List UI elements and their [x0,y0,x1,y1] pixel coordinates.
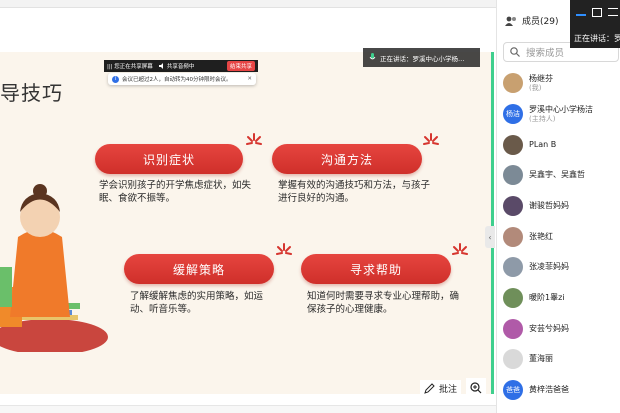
card-title-relieve: 缓解策略 [124,254,274,284]
sharing-status: ||| 您正在共享屏幕 [107,64,153,70]
zoom-button[interactable] [466,378,486,398]
microphone-icon [369,53,376,60]
member-item[interactable]: 杨继芬 (我) [503,70,619,96]
member-item[interactable]: 爸爸 黄梓浩爸爸 [503,377,619,403]
member-item[interactable]: 张凌菲妈妈 [503,254,619,280]
avatar [503,257,523,277]
floating-speaker-window[interactable]: 正在讲话：罗 [570,0,620,48]
member-item[interactable]: 吴鑫宇、吴鑫哲 [503,162,619,188]
audio-share-toggle[interactable]: 共享音频中 [158,62,194,70]
member-count: 成员(29) [522,17,559,27]
member-item[interactable]: 暖阶1睾zi [503,285,619,311]
sparkle-icon [276,243,292,255]
meeting-notice: i 会议已超过2人，自动转为40分钟限时会议。 ✕ [108,73,256,85]
member-item[interactable]: 谢骏哲妈妈 [503,193,619,219]
bottom-bar [0,405,496,413]
avatar: 杨洁 [503,104,523,124]
member-panel: 成员(29) 搜索成员 杨继芬 (我) 杨洁 罗溪中心小学杨洁 (主持人) PLan… [496,0,620,413]
avatar [503,135,523,155]
card-desc-help: 知道何时需要寻求专业心理帮助，确保孩子的心理健康。 [307,291,460,315]
card-title-communicate: 沟通方法 [272,144,422,174]
avatar [503,196,523,216]
info-icon: i [112,75,119,83]
minimize-icon[interactable] [576,10,586,16]
search-icon [510,47,520,57]
member-item[interactable]: 杨洁 罗溪中心小学杨洁 (主持人) [503,101,619,127]
member-panel-header: 成员(29) [505,14,558,27]
menu-icon[interactable] [608,8,618,16]
shared-slide: 导技巧 识别症状 学会识别孩子的开学焦虑症状，如失眠、食欲不振等。 沟通方法 掌… [0,52,494,394]
card-title-identify: 识别症状 [95,144,243,174]
avatar [503,288,523,308]
avatar [503,73,523,93]
notice-text: 会议已超过2人，自动转为40分钟限时会议。 [122,77,232,83]
member-item[interactable]: 董海丽 [503,346,619,372]
end-share-button[interactable]: 结束共享 [226,61,255,71]
collapse-panel-button[interactable]: ‹ [485,226,495,248]
card-desc-relieve: 了解缓解焦虑的实用策略，如运动、听音乐等。 [130,291,264,315]
annotate-button[interactable]: 批注 [420,380,462,396]
screen-share-toolbar: ||| 您正在共享屏幕 共享音频中 结束共享 [104,60,258,72]
close-icon[interactable]: ✕ [247,76,252,82]
sparkle-icon [423,133,439,145]
avatar [503,227,523,247]
card-title-help: 寻求帮助 [301,254,451,284]
avatar [503,349,523,369]
sparkle-icon [452,243,468,255]
avatar [503,165,523,185]
card-desc-identify: 学会识别孩子的开学焦虑症状，如失眠、食欲不振等。 [99,180,252,204]
speaker-indicator: 正在讲话：罗溪中心小学杨… [363,48,480,67]
top-strip [0,0,496,8]
teacher-illustration [0,184,108,352]
speaking-text: 正在讲话：罗 [574,34,620,43]
member-item[interactable]: 张艳红 [503,224,619,250]
speaker-text: 正在讲话：罗溪中心小学杨… [380,54,465,63]
slide-title: 导技巧 [0,81,63,105]
card-desc-communicate: 掌握有效的沟通技巧和方法，与孩子进行良好的沟通。 [278,180,431,204]
speaker-icon [158,63,163,69]
zoom-in-icon [470,382,482,394]
avatar [503,319,523,339]
avatar: 爸爸 [503,380,523,400]
members-icon [505,16,516,26]
shared-screen-area: 导技巧 识别症状 学会识别孩子的开学焦虑症状，如失眠、食欲不振等。 沟通方法 掌… [0,8,496,405]
member-item[interactable]: PLan B [503,132,619,158]
sparkle-icon [246,133,262,145]
restore-icon[interactable] [592,8,602,17]
pen-icon [424,382,435,394]
member-item[interactable]: 安芸兮妈妈 [503,316,619,342]
